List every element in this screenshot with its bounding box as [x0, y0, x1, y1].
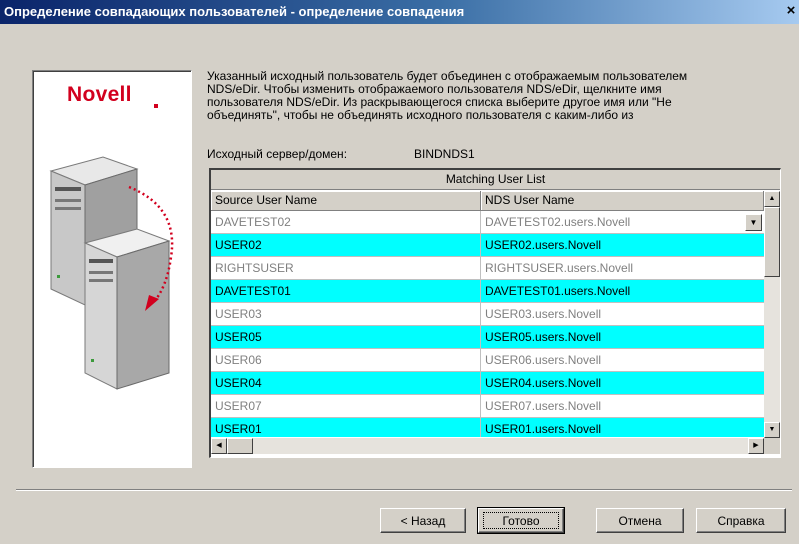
matching-user-grid: Matching User List Source User Name NDS … — [209, 168, 781, 458]
source-user-cell: DAVETEST01 — [211, 280, 481, 302]
source-user-cell: USER06 — [211, 349, 481, 371]
grid-caption: Matching User List — [211, 170, 780, 190]
table-row[interactable]: DAVETEST02 DAVETEST02.users.Novell ▼ — [211, 211, 764, 234]
table-row[interactable]: USER01 USER01.users.Novell — [211, 418, 764, 437]
horizontal-scroll-thumb[interactable] — [227, 438, 253, 454]
scroll-right-icon[interactable]: ▶ — [748, 438, 764, 454]
nds-user-cell[interactable]: USER02.users.Novell — [481, 234, 764, 256]
servers-migration-icon — [49, 156, 174, 390]
nds-user-cell[interactable]: USER01.users.Novell — [481, 418, 764, 437]
table-row[interactable]: RIGHTSUSER RIGHTSUSER.users.Novell — [211, 257, 764, 280]
source-server-label: Исходный сервер/домен: — [207, 147, 348, 161]
scroll-up-icon[interactable]: ▲ — [764, 191, 780, 207]
source-user-cell: USER05 — [211, 326, 481, 348]
vertical-scrollbar[interactable]: ▲ ▼ — [764, 191, 780, 438]
horizontal-scrollbar[interactable]: ◀ ▶ — [211, 438, 764, 454]
title-bar[interactable]: Определение совпадающих пользователей - … — [0, 0, 799, 24]
instructions-text: Указанный исходный пользователь будет об… — [207, 69, 688, 122]
dialog-window: Определение совпадающих пользователей - … — [0, 0, 799, 544]
table-row[interactable]: USER06 USER06.users.Novell — [211, 349, 764, 372]
focus-rect — [483, 512, 559, 529]
source-user-cell: RIGHTSUSER — [211, 257, 481, 279]
source-server-value: BINDNDS1 — [414, 147, 475, 161]
grid-rows: DAVETEST02 DAVETEST02.users.Novell ▼ USE… — [211, 211, 764, 437]
button-separator — [16, 489, 792, 491]
nds-user-cell[interactable]: DAVETEST01.users.Novell — [481, 280, 764, 302]
chevron-down-icon[interactable]: ▼ — [745, 214, 762, 231]
nds-user-cell[interactable]: USER03.users.Novell — [481, 303, 764, 325]
column-header-source[interactable]: Source User Name — [211, 191, 481, 211]
scrollbar-corner — [764, 438, 780, 454]
nds-user-cell[interactable]: DAVETEST02.users.Novell — [481, 211, 764, 233]
cancel-button[interactable]: Отмена — [596, 508, 684, 533]
nds-user-cell[interactable]: RIGHTSUSER.users.Novell — [481, 257, 764, 279]
close-icon[interactable]: × — [783, 3, 799, 19]
logo-panel: Novell — [32, 70, 192, 468]
source-user-cell: USER02 — [211, 234, 481, 256]
nds-user-cell[interactable]: USER04.users.Novell — [481, 372, 764, 394]
grid-header: Source User Name NDS User Name — [211, 191, 764, 211]
back-button[interactable]: < Назад — [380, 508, 466, 533]
logo-dot — [154, 104, 158, 108]
table-row[interactable]: USER07 USER07.users.Novell — [211, 395, 764, 418]
source-user-cell: DAVETEST02 — [211, 211, 481, 233]
source-user-cell: USER07 — [211, 395, 481, 417]
table-row[interactable]: USER05 USER05.users.Novell — [211, 326, 764, 349]
novell-logo: Novell — [67, 83, 132, 106]
help-button[interactable]: Справка — [696, 508, 786, 533]
window-title: Определение совпадающих пользователей - … — [4, 4, 465, 19]
finish-button[interactable]: Готово — [477, 507, 565, 534]
source-user-cell: USER03 — [211, 303, 481, 325]
source-user-cell: USER04 — [211, 372, 481, 394]
scroll-left-icon[interactable]: ◀ — [211, 438, 227, 454]
source-user-cell: USER01 — [211, 418, 481, 437]
table-row[interactable]: USER02 USER02.users.Novell — [211, 234, 764, 257]
nds-user-cell[interactable]: USER05.users.Novell — [481, 326, 764, 348]
scroll-down-icon[interactable]: ▼ — [764, 422, 780, 438]
vertical-scroll-thumb[interactable] — [764, 207, 780, 277]
table-row[interactable]: DAVETEST01 DAVETEST01.users.Novell — [211, 280, 764, 303]
table-row[interactable]: USER04 USER04.users.Novell — [211, 372, 764, 395]
nds-user-cell[interactable]: USER07.users.Novell — [481, 395, 764, 417]
table-row[interactable]: USER03 USER03.users.Novell — [211, 303, 764, 326]
nds-user-cell[interactable]: USER06.users.Novell — [481, 349, 764, 371]
column-header-nds[interactable]: NDS User Name — [481, 191, 764, 211]
